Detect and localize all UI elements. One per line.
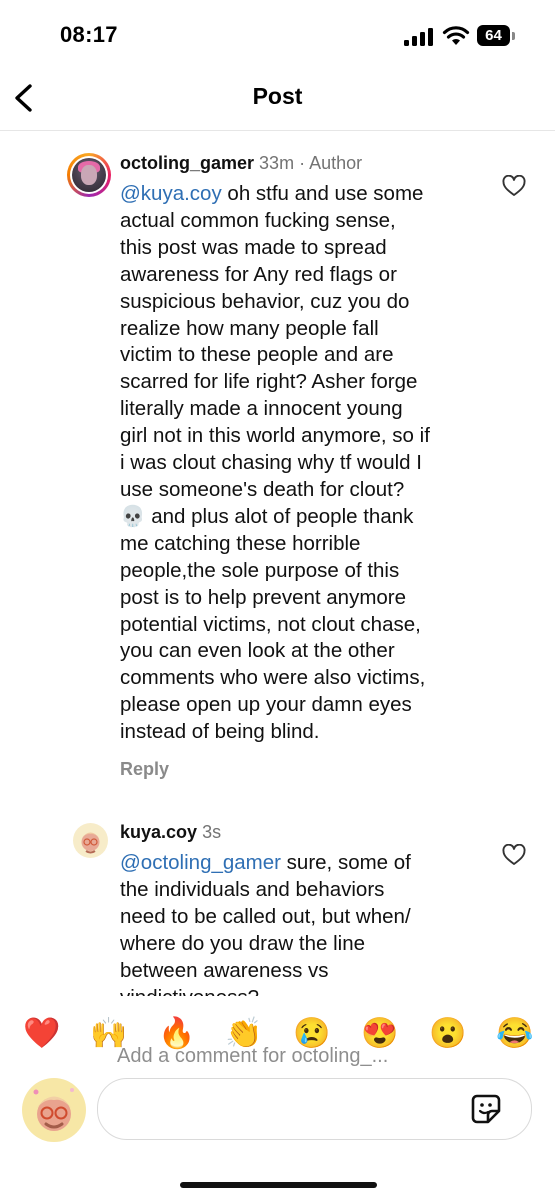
comment-username[interactable]: kuya.coy	[120, 822, 197, 842]
avatar[interactable]	[67, 153, 111, 197]
status-bar: 08:17 64	[0, 0, 555, 72]
avatar[interactable]	[73, 823, 108, 858]
user-avatar	[22, 1078, 86, 1142]
comment-text: @octoling_gamer sure, some of the indivi…	[120, 850, 480, 996]
comment-age: 3s	[202, 822, 222, 842]
page-title: Post	[252, 83, 303, 109]
composer-placeholder: Add a comment for octoling_...	[117, 1045, 389, 1067]
comment-username[interactable]: octoling_gamer	[120, 153, 254, 173]
comments-list[interactable]: octoling_gamer 33m · Author @kuya.coy oh…	[0, 131, 555, 996]
sticker-icon[interactable]	[470, 1093, 502, 1125]
emoji-heart[interactable]: ❤️	[23, 1016, 60, 1052]
meta-separator: ·	[294, 153, 310, 173]
cellular-signal-icon	[404, 28, 433, 46]
home-indicator	[180, 1182, 377, 1188]
battery-level: 64	[477, 25, 510, 46]
emoji-surprised[interactable]: 😮	[429, 1016, 466, 1052]
author-badge: Author	[309, 153, 363, 173]
comment-meta: kuya.coy 3s	[120, 822, 221, 843]
comment-body: oh stfu and use some actual common fucki…	[120, 182, 430, 744]
heart-outline-icon[interactable]	[502, 844, 526, 866]
comment-meta: octoling_gamer 33m · Author	[120, 153, 362, 174]
comment-text: @kuya.coy oh stfu and use some actual co…	[120, 181, 480, 746]
memoji-icon	[81, 832, 100, 854]
heart-outline-icon[interactable]	[502, 175, 526, 197]
comment-input[interactable]	[97, 1078, 532, 1140]
battery-icon: 64	[477, 25, 515, 47]
status-time: 08:17	[60, 22, 118, 47]
reply-button[interactable]: Reply	[120, 759, 169, 780]
mention-link[interactable]: @kuya.coy	[120, 182, 222, 205]
emoji-laughing[interactable]: 😂	[496, 1016, 533, 1052]
mention-link[interactable]: @octoling_gamer	[120, 851, 281, 874]
memoji-icon	[33, 1088, 74, 1131]
comment-age: 33m	[259, 153, 295, 173]
wifi-icon	[442, 26, 470, 45]
header: Post	[0, 72, 555, 131]
